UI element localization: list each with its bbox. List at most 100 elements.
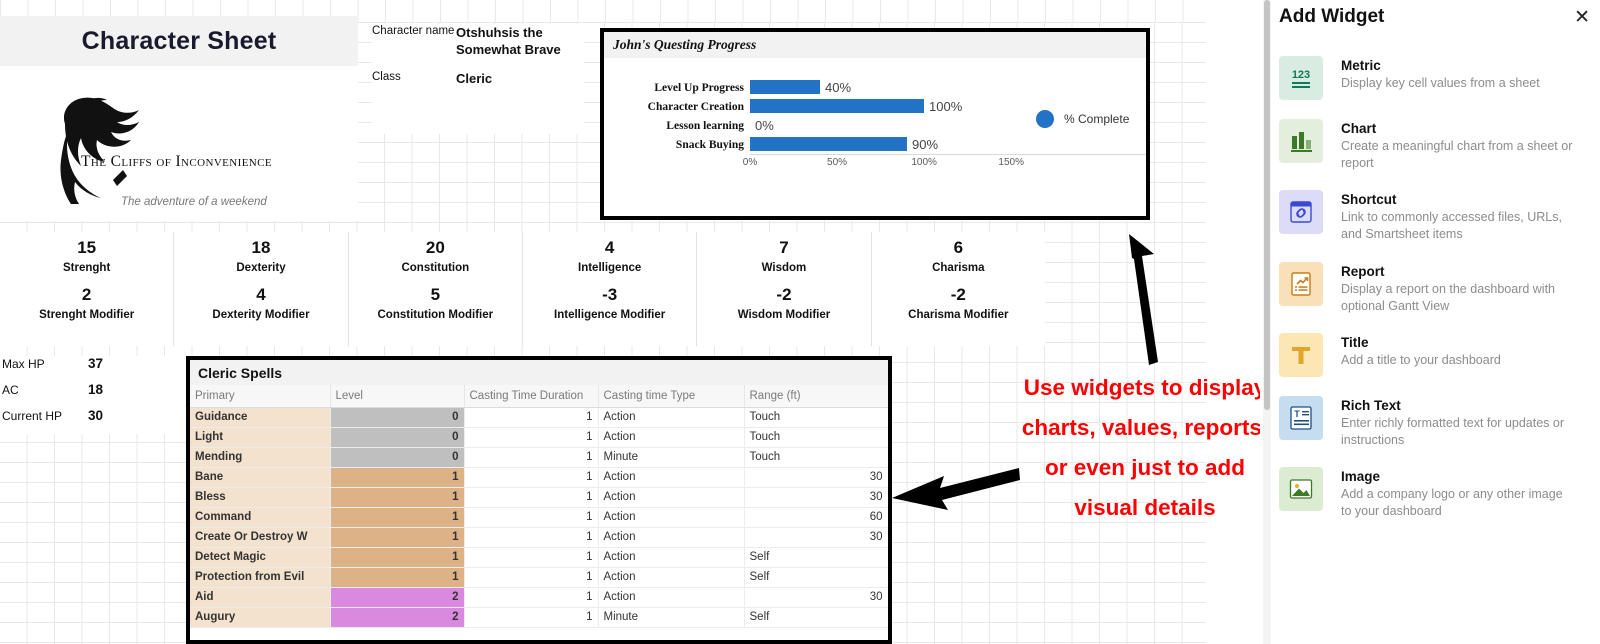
chart-x-tick-label: 150% <box>998 157 1024 168</box>
table-row[interactable]: Mending 0 1 Minute Touch <box>190 447 888 468</box>
casting-duration-cell: 1 <box>464 467 599 488</box>
chart-x-tick-label: 50% <box>827 157 848 168</box>
spell-name-cell: Light <box>190 427 331 448</box>
hp-value: 37 <box>88 356 104 371</box>
spells-column-header[interactable]: Casting time Type <box>598 385 745 408</box>
spells-column-header[interactable]: Casting Time Duration <box>464 385 599 408</box>
ability-name: Charisma <box>932 262 985 274</box>
widget-option-chart[interactable]: Chart Create a meaningful chart from a sh… <box>1279 118 1596 172</box>
logo-tagline: The adventure of a weekend <box>121 196 267 208</box>
widget-option-shortcut[interactable]: Shortcut Link to commonly accessed files,… <box>1279 190 1596 243</box>
widget-option-image[interactable]: Image Add a company logo or any other ima… <box>1279 467 1596 520</box>
widget-option-title[interactable]: Title Add a title to your dashboard <box>1279 333 1596 377</box>
widget-option-metric[interactable]: 123 Metric Display key cell values from a … <box>1279 56 1596 100</box>
logo-name: The Cliffs of Inconvenience <box>81 153 273 170</box>
casting-type-cell: Action <box>598 507 745 528</box>
chart-category-label: Snack Buying <box>675 138 744 151</box>
casting-duration-cell: 1 <box>464 487 599 508</box>
panel-scrollbar-track[interactable] <box>1263 0 1271 644</box>
ability-modifier-label: Intelligence Modifier <box>554 309 666 321</box>
widget-option-text: Image Add a company logo or any other ima… <box>1341 467 1573 520</box>
table-row[interactable]: Bane 1 1 Action 30 <box>190 467 888 488</box>
ability-col-strength: 15 Strenght 2 Strenght Modifier <box>0 232 173 346</box>
table-row[interactable]: Guidance 0 1 Action Touch <box>190 407 888 428</box>
report-icon <box>1279 261 1323 306</box>
casting-type-cell: Minute <box>598 447 745 468</box>
table-row[interactable]: Augury 2 1 Minute Self <box>190 607 888 628</box>
casting-type-cell: Minute <box>598 607 745 628</box>
spells-table-body: Guidance 0 1 Action Touch Light 0 1 Action Touch M… <box>190 407 888 628</box>
table-row[interactable]: Create Or Destroy W 1 1 Action 30 <box>190 527 888 548</box>
casting-type-cell: Action <box>598 487 745 508</box>
chart-data-label: 40% <box>825 80 852 95</box>
title-widget[interactable]: Character Sheet <box>0 16 358 66</box>
chart-widget[interactable]: John's Questing Progress Level Up Progre… <box>600 28 1150 220</box>
panel-scrollbar-thumb[interactable] <box>1264 0 1270 410</box>
table-row[interactable]: Protection from Evil 1 1 Action Self <box>190 567 888 588</box>
panel-header: Add Widget ✕ <box>1279 0 1590 34</box>
chart-x-tick-label: 0% <box>742 157 758 168</box>
spells-report-title: Cleric Spells <box>190 360 888 385</box>
spell-name-cell: Aid <box>190 587 331 608</box>
widget-option-name: Report <box>1341 263 1385 279</box>
spells-column-header[interactable]: Level <box>330 385 465 408</box>
casting-duration-cell: 1 <box>464 507 599 528</box>
spell-name-cell: Protection from Evil <box>190 567 331 588</box>
widget-option-rich-text[interactable]: T Rich Text Enter richly formatted text fo… <box>1279 395 1596 449</box>
widget-option-report[interactable]: Report Display a report on the dashboard … <box>1279 261 1596 315</box>
casting-type-cell: Action <box>598 547 745 568</box>
table-row[interactable]: Detect Magic 1 1 Action Self <box>190 547 888 568</box>
page-title: Character Sheet <box>81 26 277 55</box>
chart-bar-row: Level Up Progress 40% <box>604 78 1146 97</box>
spells-column-header[interactable]: Range (ft) <box>744 385 888 408</box>
annotation-arrow-up-icon <box>1129 234 1158 365</box>
chart-data-label: 100% <box>929 99 963 114</box>
annotation-arrow-left-icon <box>892 468 1020 510</box>
widget-option-name: Shortcut <box>1341 192 1397 207</box>
table-row[interactable]: Bless 1 1 Action 30 <box>190 487 888 508</box>
close-icon[interactable]: ✕ <box>1574 8 1590 27</box>
casting-duration-cell: 1 <box>464 587 599 608</box>
widget-option-text: Metric Display key cell values from a she… <box>1341 56 1540 92</box>
casting-type-cell: Action <box>598 587 745 608</box>
spells-report-widget[interactable]: Cleric Spells Primary Level Casting Time D… <box>186 356 892 644</box>
range-cell: Touch <box>744 427 888 448</box>
spell-name-cell: Mending <box>190 447 331 468</box>
table-row[interactable]: Aid 2 1 Action 30 <box>190 587 888 608</box>
ability-score: 20 <box>425 238 445 257</box>
spell-name-cell: Command <box>190 507 331 528</box>
spell-level-cell: 1 <box>330 507 465 528</box>
ability-score: 4 <box>604 238 615 257</box>
chart-category-label: Character Creation <box>647 100 744 113</box>
widget-option-name: Title <box>1341 335 1369 350</box>
spell-name-cell: Create Or Destroy W <box>190 527 331 548</box>
meta-row-character-name: Character name Otshuhsis the Somewhat Br… <box>372 24 584 58</box>
legend-label: % Complete <box>1064 112 1130 126</box>
casting-duration-cell: 1 <box>464 447 599 468</box>
casting-duration-cell: 1 <box>464 407 599 428</box>
spell-level-cell: 0 <box>330 447 465 468</box>
table-row[interactable]: Command 1 1 Action 60 <box>190 507 888 528</box>
ability-name: Strenght <box>63 262 111 274</box>
casting-type-cell: Action <box>598 467 745 488</box>
range-cell: 30 <box>744 587 888 608</box>
chart-category-label: Lesson learning <box>666 119 744 132</box>
range-cell: 30 <box>744 487 888 508</box>
rich-text-icon: T <box>1279 395 1323 440</box>
ability-name: Intelligence <box>578 262 642 274</box>
hitpoints-widget: Max HP 37 AC 18 Current HP 30 <box>0 356 186 434</box>
ability-score: 7 <box>779 238 789 257</box>
widget-option-description: Enter richly formatted text for updates … <box>1341 415 1565 447</box>
table-row[interactable]: Light 0 1 Action Touch <box>190 427 888 448</box>
svg-text:T: T <box>1294 409 1300 419</box>
spell-level-cell: 1 <box>330 527 465 548</box>
chart-bar-track: 0% <box>750 116 1046 135</box>
ability-score: 18 <box>251 238 271 257</box>
range-cell: Self <box>744 547 888 568</box>
range-cell: Self <box>744 567 888 588</box>
widget-option-name: Chart <box>1341 120 1377 136</box>
logo-widget[interactable]: The Cliffs of Inconvenience The adventur… <box>0 66 358 221</box>
spells-column-header[interactable]: Primary <box>190 385 331 408</box>
hp-key: AC <box>2 383 19 397</box>
chart-axis-line <box>750 154 1146 155</box>
